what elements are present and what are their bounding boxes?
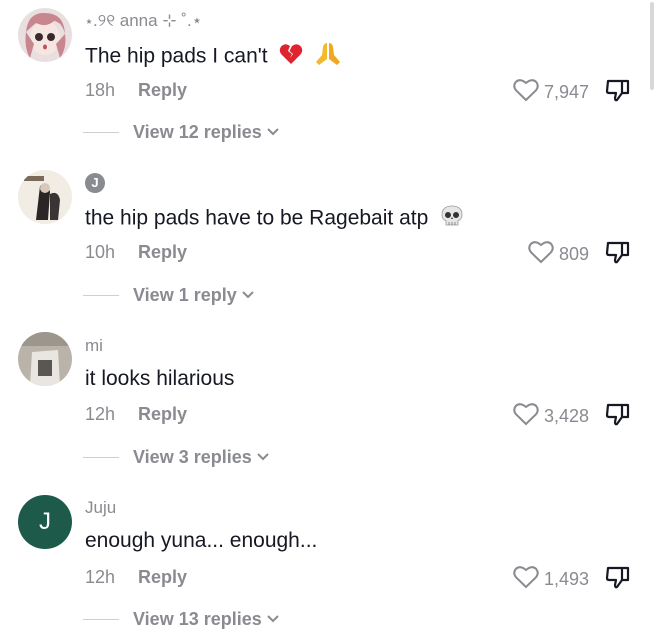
- comment-time: 10h: [85, 242, 116, 262]
- reply-button[interactable]: Reply: [138, 404, 187, 425]
- view-replies-label: View 3 replies: [133, 447, 252, 467]
- comment-text: it looks hilarious: [85, 367, 234, 391]
- reply-button[interactable]: Reply: [138, 567, 187, 588]
- comment-text-content: enough yuna... enough...: [85, 529, 318, 552]
- divider: [83, 295, 119, 296]
- comment-time: 12h: [85, 567, 116, 587]
- comment-text: enough yuna... enough...: [85, 529, 317, 553]
- divider: [83, 619, 119, 620]
- like-button[interactable]: 7,947: [513, 78, 589, 107]
- chevron-down-icon: [266, 611, 280, 629]
- avatar[interactable]: [18, 170, 72, 224]
- heart-icon: [528, 240, 554, 269]
- chevron-down-icon: [241, 287, 255, 305]
- avatar[interactable]: J: [18, 495, 72, 549]
- comment-text: The hip pads I can't: [85, 41, 341, 73]
- view-replies-label: View 1 reply: [133, 285, 237, 305]
- comment-text: the hip pads have to be Ragebait atp: [85, 204, 464, 234]
- dislike-icon: [605, 241, 630, 264]
- avatar-letter: J: [39, 508, 51, 535]
- comment-text-content: The hip pads I can't: [85, 44, 268, 68]
- heart-icon: [513, 565, 539, 594]
- avatar[interactable]: [18, 8, 72, 62]
- view-replies-label: View 13 replies: [133, 609, 262, 629]
- view-replies-button[interactable]: View 3 replies: [83, 447, 270, 468]
- reply-button[interactable]: Reply: [138, 80, 187, 101]
- praying-hands-icon: [315, 41, 341, 73]
- broken-heart-icon: [279, 43, 303, 71]
- dislike-button[interactable]: [605, 79, 631, 108]
- comment-time: 18h: [85, 80, 116, 100]
- like-count: 1,493: [543, 569, 589, 589]
- like-count: 809: [558, 244, 589, 264]
- comment-text-content: the hip pads have to be Ragebait atp: [85, 206, 429, 230]
- like-button[interactable]: 809: [528, 240, 589, 269]
- comment-username[interactable]: mi: [85, 336, 103, 356]
- dislike-icon: [605, 79, 630, 102]
- scrollbar[interactable]: [650, 2, 654, 90]
- user-initial-badge: J: [85, 173, 105, 193]
- avatar[interactable]: [18, 332, 72, 386]
- comment-username[interactable]: ⋆.୨୧ anna ⊹ ˚.⋆: [85, 11, 202, 31]
- divider: [83, 132, 119, 133]
- heart-icon: [513, 78, 539, 107]
- dislike-button[interactable]: [605, 403, 631, 432]
- view-replies-button[interactable]: View 12 replies: [83, 122, 280, 143]
- like-button[interactable]: 1,493: [513, 565, 589, 594]
- dislike-button[interactable]: [605, 566, 631, 595]
- divider: [83, 457, 119, 458]
- comment-text-content: it looks hilarious: [85, 367, 235, 390]
- like-count: 7,947: [543, 82, 589, 102]
- comment-username[interactable]: Juju: [85, 498, 116, 518]
- chevron-down-icon: [256, 449, 270, 467]
- like-count: 3,428: [543, 406, 589, 426]
- reply-button[interactable]: Reply: [138, 242, 187, 263]
- like-button[interactable]: 3,428: [513, 402, 589, 431]
- comment-time: 12h: [85, 404, 116, 424]
- skull-icon: [440, 204, 464, 234]
- view-replies-button[interactable]: View 1 reply: [83, 285, 255, 306]
- chevron-down-icon: [266, 124, 280, 142]
- comment-username[interactable]: J: [85, 172, 105, 193]
- view-replies-label: View 12 replies: [133, 122, 262, 142]
- dislike-icon: [605, 403, 630, 426]
- dislike-icon: [605, 566, 630, 589]
- view-replies-button[interactable]: View 13 replies: [83, 609, 280, 630]
- heart-icon: [513, 402, 539, 431]
- dislike-button[interactable]: [605, 241, 631, 270]
